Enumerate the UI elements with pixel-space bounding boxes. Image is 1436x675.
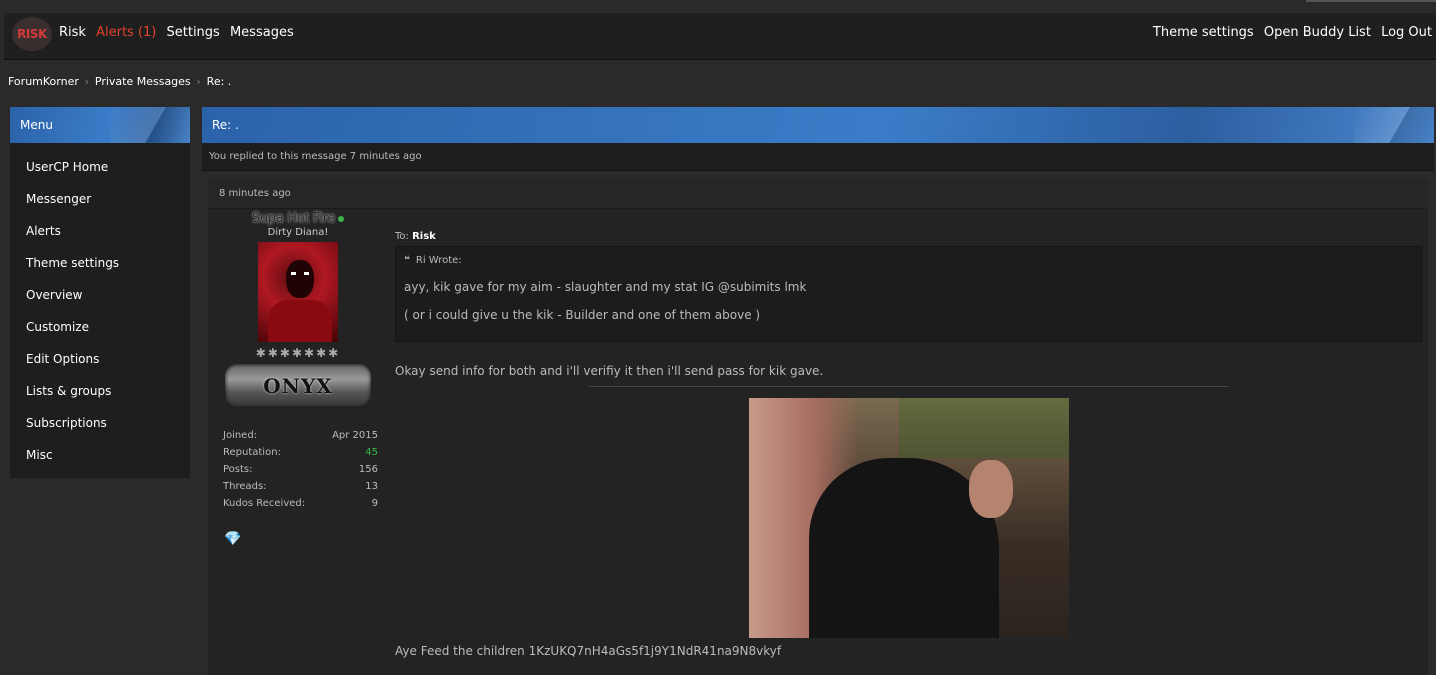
quote-header: ❝ Ri Wrote: — [404, 255, 1413, 266]
nav-right-links: Theme settings Open Buddy List Log Out — [1147, 25, 1432, 40]
avatar-face — [286, 260, 314, 298]
nav-link-risk[interactable]: Risk — [59, 25, 86, 40]
sidebar-item-messenger[interactable]: Messenger — [10, 183, 190, 215]
rank-badge: ONYX — [223, 362, 373, 410]
nav-link-theme-settings[interactable]: Theme settings — [1153, 25, 1254, 40]
breadcrumb-current[interactable]: Re: . — [207, 75, 232, 88]
post: 8 minutes ago Supa Hot Fire Dirty Diana!… — [208, 179, 1428, 675]
online-status-icon — [338, 215, 345, 222]
avatar-eye — [291, 272, 296, 275]
stat-label: Kudos Received: — [223, 498, 306, 509]
top-sliver — [1306, 0, 1436, 2]
avatar-body — [268, 300, 332, 342]
diamond-icon: 💎 — [224, 531, 242, 547]
post-author: Supa Hot Fire Dirty Diana! ✱✱✱✱✱✱✱ ONYX … — [218, 211, 378, 547]
rank-badge-text: ONYX — [263, 374, 333, 398]
sidebar-item-misc[interactable]: Misc — [10, 439, 190, 471]
usercp-sidebar: Menu UserCP Home Messenger Alerts Theme … — [10, 107, 190, 478]
nav-link-logout[interactable]: Log Out — [1381, 25, 1432, 40]
author-name-text: Supa Hot Fire — [251, 211, 336, 226]
sidebar-item-edit-options[interactable]: Edit Options — [10, 343, 190, 375]
quote-author: Ri Wrote: — [415, 255, 462, 266]
top-navbar: RISK Risk Alerts (1) Settings Messages T… — [4, 13, 1436, 60]
quote-line: ayy, kik gave for my aim - slaughter and… — [404, 280, 807, 294]
stat-label: Threads: — [223, 481, 267, 492]
nav-link-alerts[interactable]: Alerts (1) — [96, 25, 156, 40]
author-stats: Joined: Apr 2015 Reputation: 45 Posts: 156 … — [218, 430, 378, 515]
stat-value: 156 — [358, 464, 378, 475]
sidebar-item-theme-settings[interactable]: Theme settings — [10, 247, 190, 279]
nav-link-buddy-list[interactable]: Open Buddy List — [1264, 25, 1371, 40]
author-usertitle: Dirty Diana! — [267, 227, 329, 238]
quote-line: ( or i could give u the kik - Builder an… — [404, 308, 761, 322]
divider — [589, 386, 1229, 387]
breadcrumb: ForumKorner › Private Messages › Re: . — [8, 75, 231, 88]
chevron-right-icon: › — [196, 77, 201, 88]
quote-block: ❝ Ri Wrote: ayy, kik gave for my aim - sl… — [395, 246, 1422, 342]
sidebar-item-subscriptions[interactable]: Subscriptions — [10, 407, 190, 439]
post-time: 8 minutes ago — [208, 179, 1428, 209]
message-body: To: Risk ❝ Ri Wrote: ayy, kik gave for my… — [395, 231, 1423, 658]
main-panel: Re: . You replied to this message 7 minu… — [202, 107, 1434, 171]
thread-title: Re: . — [202, 107, 1434, 143]
sidebar-item-alerts[interactable]: Alerts — [10, 215, 190, 247]
nav-links: Risk Alerts (1) Settings Messages — [59, 25, 300, 40]
stat-posts: Posts: 156 — [223, 464, 378, 481]
stat-label: Reputation: — [223, 447, 281, 458]
stat-value: Apr 2015 — [332, 430, 378, 441]
breadcrumb-private-messages[interactable]: Private Messages — [95, 75, 191, 88]
stat-label: Joined: — [223, 430, 258, 441]
breadcrumb-home[interactable]: ForumKorner — [8, 75, 79, 88]
quote-icon: ❝ — [404, 255, 410, 266]
gif-trees — [899, 398, 1069, 458]
stat-joined: Joined: Apr 2015 — [223, 430, 378, 447]
rank-stars: ✱✱✱✱✱✱✱ — [255, 346, 341, 360]
message-text: Okay send info for both and i'll verifiy… — [395, 364, 824, 378]
stat-threads: Threads: 13 — [223, 481, 378, 498]
stat-reputation: Reputation: 45 — [223, 447, 378, 464]
avatar[interactable] — [258, 242, 338, 342]
site-logo[interactable]: RISK — [12, 17, 52, 51]
sidebar-item-overview[interactable]: Overview — [10, 279, 190, 311]
logo-text: RISK — [17, 27, 47, 41]
stat-value[interactable]: 45 — [365, 447, 378, 464]
nav-link-messages[interactable]: Messages — [230, 25, 294, 40]
to-name[interactable]: Risk — [412, 231, 436, 242]
message-recipient: To: Risk — [395, 231, 1423, 242]
avatar-eye — [304, 272, 309, 275]
sidebar-item-lists-groups[interactable]: Lists & groups — [10, 375, 190, 407]
author-name[interactable]: Supa Hot Fire — [218, 211, 378, 226]
sidebar-item-usercp-home[interactable]: UserCP Home — [10, 151, 190, 183]
nav-link-settings[interactable]: Settings — [167, 25, 220, 40]
sidebar-title: Menu — [10, 107, 190, 143]
stat-value: 13 — [365, 481, 378, 492]
sidebar-item-customize[interactable]: Customize — [10, 311, 190, 343]
to-label: To: — [395, 231, 409, 242]
stat-label: Posts: — [223, 464, 253, 475]
top-strip — [0, 0, 1436, 13]
embedded-gif-image[interactable] — [749, 398, 1069, 638]
stat-value: 9 — [371, 498, 378, 509]
stat-kudos: Kudos Received: 9 — [223, 498, 378, 515]
replied-note: You replied to this message 7 minutes ag… — [202, 143, 1434, 171]
sidebar-menu: UserCP Home Messenger Alerts Theme setti… — [10, 143, 190, 471]
gif-face — [969, 460, 1013, 518]
signature-text: Aye Feed the children 1KzUKQ7nH4aGs5f1j9… — [395, 644, 782, 658]
chevron-right-icon: › — [84, 77, 89, 88]
